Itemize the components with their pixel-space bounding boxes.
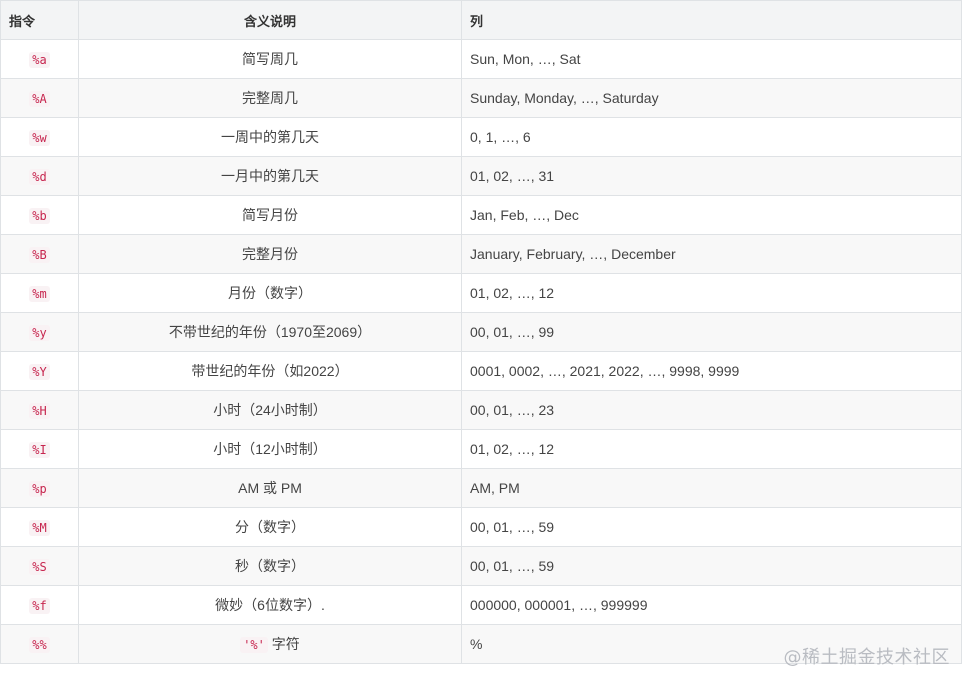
directive-code: %I	[29, 442, 50, 458]
example-cell: Sun, Mon, …, Sat	[461, 39, 962, 79]
example-cell: %	[461, 624, 962, 664]
header-example: 列	[461, 0, 962, 40]
meaning-cell: 不带世纪的年份（1970至2069）	[78, 312, 462, 352]
meaning-cell: 分（数字）	[78, 507, 462, 547]
table-row: %a 简写周几 Sun, Mon, …, Sat	[0, 39, 962, 79]
directive-code: %Y	[29, 364, 50, 380]
table-row: %d 一月中的第几天 01, 02, …, 31	[0, 156, 962, 196]
header-directive: 指令	[0, 0, 79, 40]
table-header: 指令 含义说明 列	[0, 0, 962, 40]
header-meaning: 含义说明	[78, 0, 462, 40]
directive-code: %f	[29, 598, 50, 614]
directive-cell: %%	[0, 624, 79, 664]
directive-code: %p	[29, 481, 50, 497]
directive-code: %M	[29, 520, 50, 536]
example-cell: 01, 02, …, 12	[461, 429, 962, 469]
directive-cell: %A	[0, 78, 79, 118]
example-cell: Sunday, Monday, …, Saturday	[461, 78, 962, 118]
example-cell: 000000, 000001, …, 999999	[461, 585, 962, 625]
directive-cell: %b	[0, 195, 79, 235]
directive-cell: %m	[0, 273, 79, 313]
table-row: %B 完整月份 January, February, …, December	[0, 234, 962, 274]
directive-cell: %w	[0, 117, 79, 157]
table-row: %M 分（数字） 00, 01, …, 59	[0, 507, 962, 547]
meaning-cell: 一周中的第几天	[78, 117, 462, 157]
header-row: 指令 含义说明 列	[0, 0, 962, 40]
directive-cell: %M	[0, 507, 79, 547]
percent-literal-code: '%'	[240, 637, 268, 653]
meaning-cell: 月份（数字）	[78, 273, 462, 313]
table-row: %y 不带世纪的年份（1970至2069） 00, 01, …, 99	[0, 312, 962, 352]
meaning-cell: 简写月份	[78, 195, 462, 235]
meaning-cell: 带世纪的年份（如2022）	[78, 351, 462, 391]
directive-cell: %y	[0, 312, 79, 352]
example-cell: 00, 01, …, 99	[461, 312, 962, 352]
directive-code: %B	[29, 247, 50, 263]
example-cell: 00, 01, …, 59	[461, 507, 962, 547]
table-row: %S 秒（数字） 00, 01, …, 59	[0, 546, 962, 586]
table-row: %H 小时（24小时制） 00, 01, …, 23	[0, 390, 962, 430]
meaning-cell: 一月中的第几天	[78, 156, 462, 196]
meaning-cell: 完整月份	[78, 234, 462, 274]
meaning-cell: 简写周几	[78, 39, 462, 79]
directive-code: %m	[29, 286, 50, 302]
example-cell: Jan, Feb, …, Dec	[461, 195, 962, 235]
table-row: %f 微妙（6位数字）. 000000, 000001, …, 999999	[0, 585, 962, 625]
directive-code: %d	[29, 169, 50, 185]
directive-code: %A	[29, 91, 50, 107]
directive-cell: %a	[0, 39, 79, 79]
example-cell: AM, PM	[461, 468, 962, 508]
example-cell: 00, 01, …, 59	[461, 546, 962, 586]
directive-cell: %S	[0, 546, 79, 586]
directive-cell: %Y	[0, 351, 79, 391]
directive-cell: %H	[0, 390, 79, 430]
example-cell: 00, 01, …, 23	[461, 390, 962, 430]
directive-code: %%	[29, 637, 50, 653]
directive-code: %y	[29, 325, 50, 341]
example-cell: 0, 1, …, 6	[461, 117, 962, 157]
table-body: %a 简写周几 Sun, Mon, …, Sat %A 完整周几 Sunday,…	[0, 39, 962, 664]
directive-code: %w	[29, 130, 50, 146]
table-row: %m 月份（数字） 01, 02, …, 12	[0, 273, 962, 313]
table-row: %b 简写月份 Jan, Feb, …, Dec	[0, 195, 962, 235]
example-cell: 01, 02, …, 12	[461, 273, 962, 313]
table-row: %w 一周中的第几天 0, 1, …, 6	[0, 117, 962, 157]
directive-cell: %B	[0, 234, 79, 274]
table-row: %p AM 或 PM AM, PM	[0, 468, 962, 508]
meaning-cell: AM 或 PM	[78, 468, 462, 508]
directive-cell: %d	[0, 156, 79, 196]
table-row: %A 完整周几 Sunday, Monday, …, Saturday	[0, 78, 962, 118]
example-cell: 01, 02, …, 31	[461, 156, 962, 196]
directive-cell: %p	[0, 468, 79, 508]
table-row: %I 小时（12小时制） 01, 02, …, 12	[0, 429, 962, 469]
meaning-suffix: 字符	[267, 636, 300, 652]
example-cell: 0001, 0002, …, 2021, 2022, …, 9998, 9999	[461, 351, 962, 391]
meaning-cell: 小时（12小时制）	[78, 429, 462, 469]
page: 指令 含义说明 列 %a 简写周几 Sun, Mon, …, Sat %A 完整…	[0, 0, 970, 685]
table-row: %Y 带世纪的年份（如2022） 0001, 0002, …, 2021, 20…	[0, 351, 962, 391]
strftime-directive-table: 指令 含义说明 列 %a 简写周几 Sun, Mon, …, Sat %A 完整…	[0, 0, 962, 664]
directive-code: %S	[29, 559, 50, 575]
directive-code: %a	[29, 52, 50, 68]
meaning-cell: 微妙（6位数字）.	[78, 585, 462, 625]
meaning-cell: '%' 字符	[78, 624, 462, 664]
meaning-cell: 秒（数字）	[78, 546, 462, 586]
table-row: %% '%' 字符 %	[0, 624, 962, 664]
directive-cell: %f	[0, 585, 79, 625]
directive-code: %H	[29, 403, 50, 419]
example-cell: January, February, …, December	[461, 234, 962, 274]
meaning-cell: 小时（24小时制）	[78, 390, 462, 430]
directive-cell: %I	[0, 429, 79, 469]
directive-code: %b	[29, 208, 50, 224]
meaning-cell: 完整周几	[78, 78, 462, 118]
